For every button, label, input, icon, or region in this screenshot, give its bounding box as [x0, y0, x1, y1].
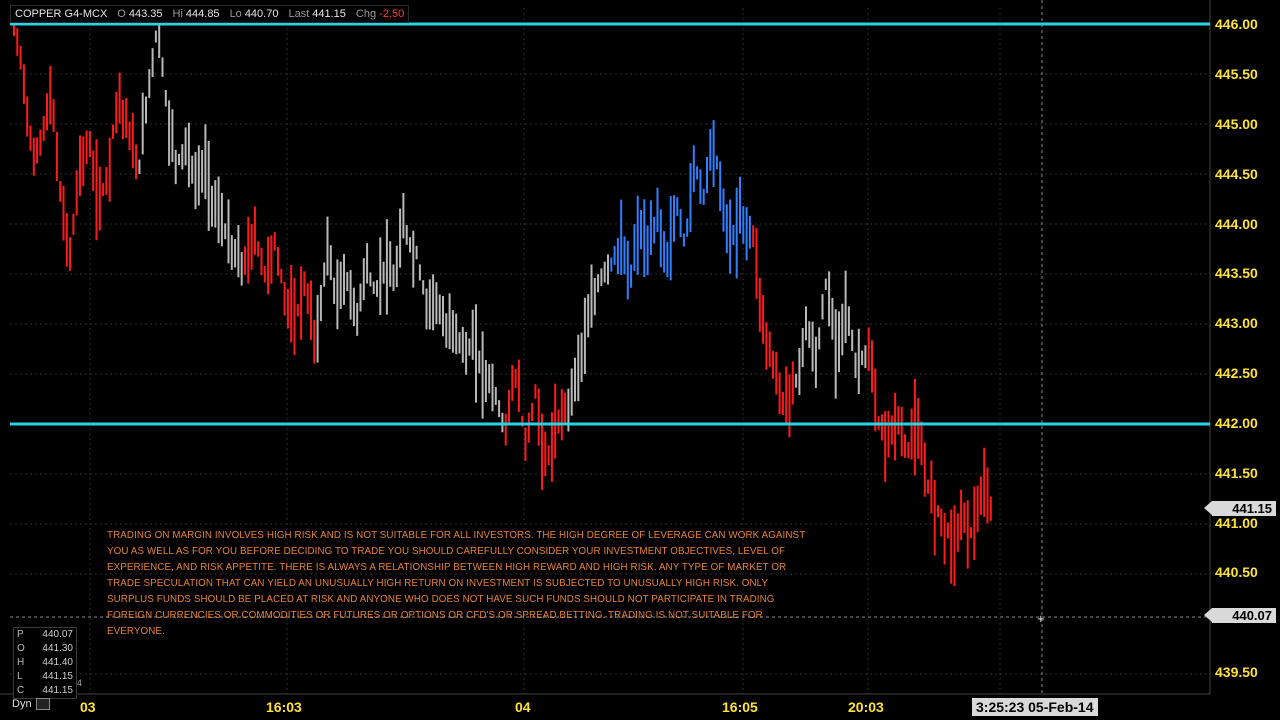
x-tick-label: 03 — [80, 699, 96, 715]
ohlc-value: 441.15 — [42, 671, 73, 682]
cursor-price-tag: 440.07 — [1204, 608, 1276, 623]
panel-index: 4 — [77, 678, 83, 688]
ohlc-row-p: P 440.07 — [14, 628, 76, 642]
y-tick-label: 444.00 — [1215, 216, 1258, 232]
y-tick-label: 445.00 — [1215, 116, 1258, 132]
ohlc-row-l: L 441.15 — [14, 670, 76, 684]
y-tick-label: 442.50 — [1215, 365, 1258, 381]
y-tick-label: 442.00 — [1215, 415, 1258, 431]
x-tick-label: 16:03 — [266, 699, 302, 715]
high-label: Hi — [172, 8, 183, 20]
risk-disclaimer: TRADING ON MARGIN INVOLVES HIGH RISK AND… — [107, 530, 806, 637]
ohlc-panel: P 440.07 O 441.30 H 441.40 L 441.15 C 441.15 — [13, 627, 77, 699]
low-label: Lo — [229, 8, 242, 20]
change-label: Chg — [355, 8, 377, 20]
high-value: 444.85 — [185, 8, 220, 20]
x-tick-label: 20:03 — [848, 699, 884, 715]
y-tick-label: 444.50 — [1215, 166, 1258, 182]
ohlc-value: 441.40 — [42, 657, 73, 668]
ohlc-value: 440.07 — [42, 629, 73, 640]
last-label: Last — [288, 8, 310, 20]
y-tick-label: 441.50 — [1215, 465, 1258, 481]
dyn-control[interactable]: Dyn — [12, 698, 50, 710]
y-tick-label: 441.00 — [1215, 515, 1258, 531]
symbol-header: COPPER G4-MCX O 443.35 Hi 444.85 Lo 440.70 … — [10, 5, 410, 23]
ohlc-row-c: C 441.15 — [14, 684, 76, 698]
dyn-label: Dyn — [12, 698, 32, 710]
y-tick-label: 443.00 — [1215, 315, 1258, 331]
y-tick-label: 443.50 — [1215, 265, 1258, 281]
y-tick-label: 439.50 — [1215, 664, 1258, 680]
x-tick-label: 16:05 — [722, 699, 758, 715]
y-tick-label: 445.50 — [1215, 66, 1258, 82]
ohlc-label: H — [17, 657, 25, 668]
last-value: 441.15 — [312, 8, 346, 20]
ohlc-value: 441.15 — [42, 685, 73, 696]
y-tick-label: 440.50 — [1215, 564, 1258, 580]
x-tick-label: 04 — [515, 699, 531, 715]
change-value: -2.50 — [379, 8, 405, 20]
ohlc-label: P — [17, 629, 24, 640]
low-value: 440.70 — [244, 8, 279, 20]
y-tick-label: 446.00 — [1215, 16, 1258, 32]
symbol-name[interactable]: COPPER G4-MCX — [15, 8, 107, 20]
ohlc-label: C — [17, 685, 25, 696]
cursor-time-readout: 3:25:23 05-Feb-14 — [972, 698, 1098, 716]
crosshair-cursor-icon: + — [1037, 611, 1045, 626]
open-label: O — [117, 8, 126, 20]
ohlc-value: 441.30 — [42, 643, 73, 654]
ohlc-label: O — [17, 643, 25, 654]
ohlc-row-o: O 441.30 — [14, 642, 76, 656]
price-bars — [13, 24, 992, 587]
dyn-toggle-button[interactable] — [35, 698, 50, 710]
last-price-tag: 441.15 — [1204, 501, 1276, 516]
ohlc-row-h: H 441.40 — [14, 656, 76, 670]
ohlc-label: L — [17, 671, 23, 682]
open-value: 443.35 — [128, 8, 163, 20]
